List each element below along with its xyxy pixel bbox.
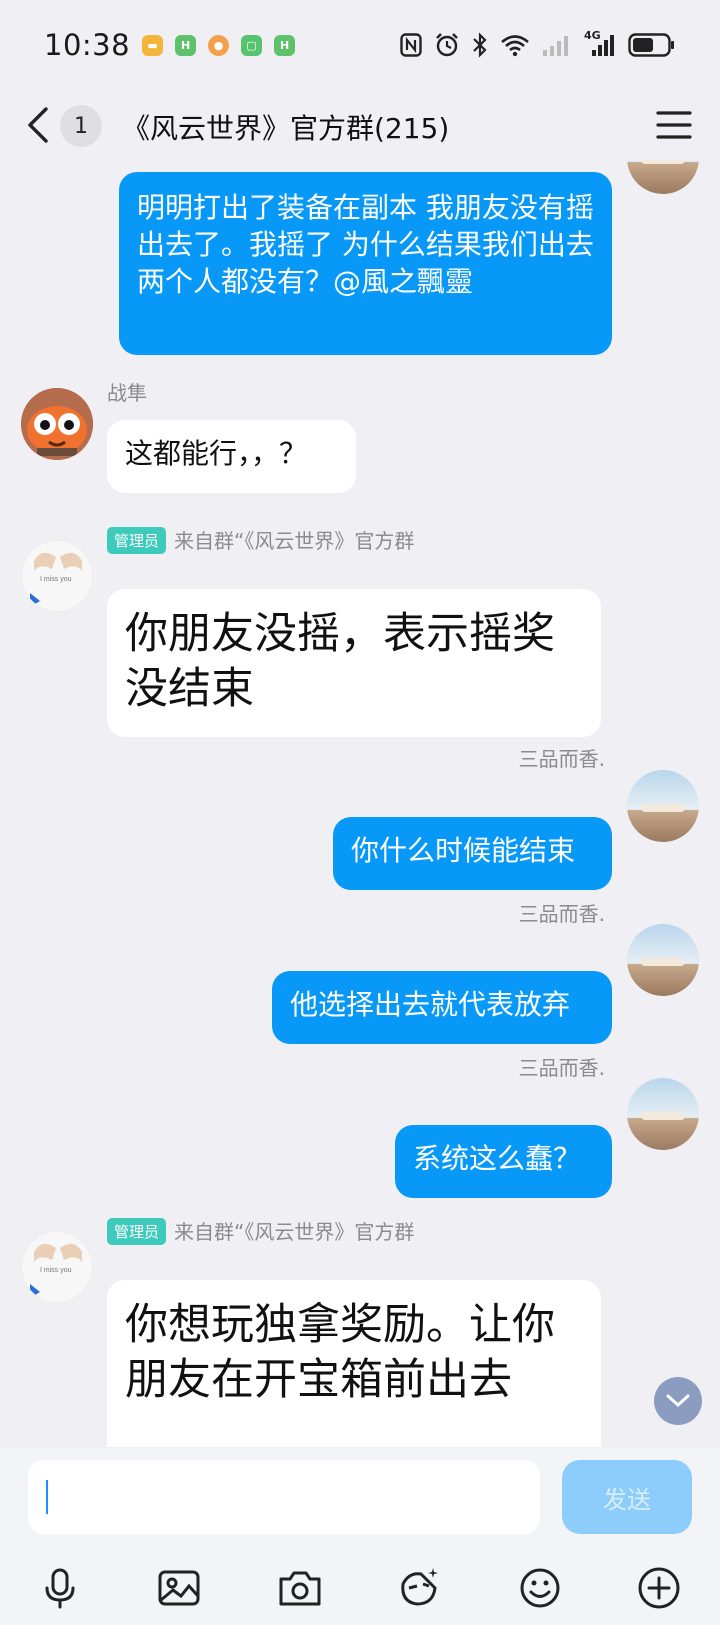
message-bubble-outgoing[interactable]: 明明打出了装备在副本 我朋友没有摇出去了。我摇了 为什么结果我们出去两个人都没有… — [119, 172, 612, 355]
composer-toolbar — [0, 1558, 720, 1618]
admin-badge: 管理员 — [107, 527, 167, 554]
sender-source: 来自群“《风云世界》官方群 — [174, 1220, 415, 1244]
avatar[interactable] — [627, 1078, 699, 1150]
image-icon[interactable] — [155, 1564, 203, 1612]
avatar-caption: I miss you — [40, 1267, 72, 1274]
sender-name: 三品而香. — [518, 747, 605, 771]
message-bubble-incoming[interactable]: 你朋友没摇，表示摇奖没结束 — [107, 589, 601, 737]
unread-count-badge[interactable]: 1 — [60, 105, 102, 147]
composer: 发送 — [0, 1448, 720, 1625]
text-caret — [46, 1480, 48, 1514]
back-button[interactable] — [24, 105, 54, 145]
hand-heart-avatar-icon: I miss you — [22, 1232, 92, 1302]
avatar-caption: I miss you — [40, 576, 72, 583]
system-icons: 4G — [400, 29, 676, 58]
sender-source: 来自群“《风云世界》官方群 — [174, 529, 415, 553]
message-bubble-outgoing[interactable]: 你什么时候能结束 — [333, 817, 612, 890]
message-notification-icon: ▬ — [142, 34, 164, 56]
plus-icon[interactable] — [635, 1564, 683, 1612]
status-time: 10:38 — [44, 28, 131, 62]
avatar[interactable] — [627, 770, 699, 842]
scroll-to-bottom-button[interactable] — [654, 1377, 702, 1425]
fish-avatar-icon — [21, 388, 93, 460]
camera-icon[interactable] — [276, 1564, 324, 1612]
message-bubble-incoming[interactable]: 你想玩独拿奖励。让你朋友在开宝箱前出去 — [107, 1280, 601, 1447]
avatar[interactable] — [21, 388, 93, 460]
sender-name: 战隼 — [107, 381, 147, 405]
admin-badge: 管理员 — [107, 1218, 167, 1245]
chevron-left-icon — [28, 107, 48, 143]
message-input[interactable] — [28, 1460, 540, 1534]
bluetooth-icon — [472, 32, 488, 58]
sender-line: 管理员 来自群“《风云世界》官方群 — [107, 1216, 414, 1245]
signal-icon-sim2: 4G — [584, 29, 616, 58]
message-bubble-outgoing[interactable]: 他选择出去就代表放弃 — [272, 971, 612, 1044]
hand-heart-avatar-icon: I miss you — [22, 541, 92, 611]
message-list[interactable]: 明明打出了装备在副本 我朋友没有摇出去了。我摇了 为什么结果我们出去两个人都没有… — [0, 160, 720, 1447]
wifi-icon — [500, 32, 530, 58]
send-button[interactable]: 发送 — [562, 1460, 692, 1534]
hamburger-menu-icon — [656, 111, 692, 139]
chevron-down-icon — [666, 1394, 690, 1408]
nfc-icon — [400, 32, 422, 58]
sticker-icon[interactable] — [395, 1564, 443, 1612]
emoji-icon[interactable] — [516, 1564, 564, 1612]
avatar[interactable]: I miss you — [21, 1231, 93, 1303]
avatar[interactable] — [627, 160, 699, 194]
avatar[interactable] — [627, 924, 699, 996]
page-title[interactable]: 《风云世界》官方群(215) — [122, 107, 449, 147]
message-bubble-outgoing[interactable]: 系统这么蠢？ — [395, 1125, 612, 1198]
app-notification-icon: H — [175, 34, 197, 56]
alarm-icon — [434, 32, 460, 58]
app-notification-icon: ● — [208, 34, 230, 56]
signal-icon-sim1 — [542, 32, 572, 58]
battery-icon — [628, 32, 676, 58]
menu-button[interactable] — [656, 107, 692, 143]
avatar[interactable]: I miss you — [21, 540, 93, 612]
network-type-label: 4G — [584, 29, 601, 42]
sender-name: 三品而香. — [518, 1056, 605, 1080]
microphone-icon[interactable] — [36, 1564, 84, 1612]
message-bubble-incoming[interactable]: 这都能行，，？ — [107, 420, 356, 493]
status-bar: 10:38 ▬ H ● ▢ H 4G — [0, 0, 720, 90]
notification-icons: ▬ H ● ▢ H — [142, 34, 296, 56]
sender-name: 三品而香. — [518, 902, 605, 926]
chat-header: 1 《风云世界》官方群(215) — [0, 95, 720, 155]
app-notification-icon: ▢ — [241, 34, 263, 56]
sender-line: 管理员 来自群“《风云世界》官方群 — [107, 525, 414, 554]
app-notification-icon: H — [274, 34, 296, 56]
